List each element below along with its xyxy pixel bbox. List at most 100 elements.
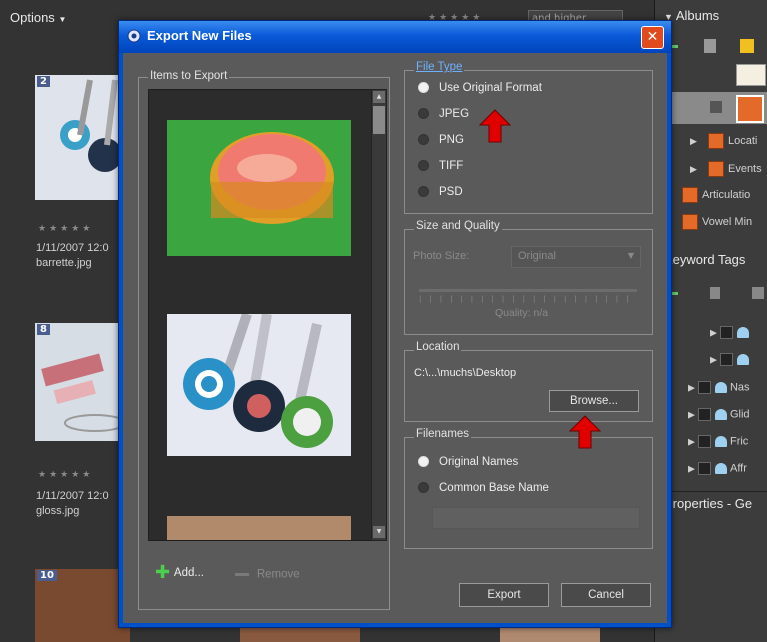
thumbnail-filename: barrette.jpg (36, 257, 92, 269)
thumbnail-filename: gloss.jpg (36, 505, 80, 517)
album-icon (736, 95, 764, 123)
tag-row[interactable]: ▶ Fric (688, 435, 748, 448)
dialog-title: Export New Files (147, 28, 252, 43)
tag-icon (714, 409, 727, 420)
tag-row[interactable]: ▶ Affr (688, 462, 747, 475)
export-item-thumbnail-partial[interactable] (167, 516, 351, 540)
minus-icon (235, 573, 249, 576)
keyword-tags-header[interactable]: Keyword Tags (664, 248, 767, 272)
scroll-up-icon[interactable]: ▲ (373, 91, 385, 103)
albums-header[interactable]: ▼ Albums (664, 4, 767, 28)
tag-row[interactable]: ▶ Nas (688, 381, 750, 394)
export-item-thumbnail[interactable] (167, 312, 351, 456)
file-type-psd-radio[interactable]: PSD (418, 186, 463, 198)
tag-checkbox[interactable] (719, 353, 733, 366)
tag-checkbox[interactable] (697, 408, 711, 421)
tag-row[interactable]: ▶ (710, 326, 752, 339)
cancel-button[interactable]: Cancel (561, 583, 651, 607)
red-arrow-annotation-icon (479, 109, 511, 143)
expand-triangle-icon: ▶ (710, 327, 717, 338)
close-icon: ✕ (646, 29, 659, 45)
dialog-body: Items to Export ▲ ▼ ✚ Add... Remove File… (123, 53, 667, 623)
scroll-thumb[interactable] (373, 106, 385, 134)
photo-size-value: Original (518, 250, 556, 262)
quality-label: Quality: n/a (495, 307, 549, 319)
plus-icon: ✚ (155, 562, 171, 583)
radio-selected-icon (418, 456, 429, 468)
album-folder-icon (707, 161, 724, 177)
thumbnail-date: 1/11/2007 12:0 (36, 490, 109, 502)
trash-icon[interactable] (709, 287, 720, 299)
tag-row[interactable]: ▶ Glid (688, 408, 750, 421)
album-thumb-icon (736, 64, 766, 86)
thumbnail-barrette[interactable] (35, 75, 130, 200)
album-row-selected[interactable] (670, 92, 767, 124)
export-button[interactable]: Export (459, 583, 549, 607)
radio-icon (418, 482, 429, 494)
export-item-thumbnail[interactable] (167, 120, 351, 256)
dialog-titlebar[interactable]: Export New Files ✕ (119, 21, 671, 53)
export-new-files-dialog: Export New Files ✕ Items to Export ▲ ▼ ✚… (118, 20, 672, 628)
file-type-tiff-radio[interactable]: TIFF (418, 160, 463, 172)
location-path: C:\...\muchs\Desktop (414, 367, 517, 379)
album-icon (682, 187, 698, 203)
options-label: Options (10, 10, 55, 25)
album-row[interactable]: ▶ Locati (690, 133, 757, 149)
items-to-export-label: Items to Export (148, 70, 230, 82)
remove-label: Remove (256, 568, 300, 581)
tag-row[interactable]: ▶ (710, 353, 752, 366)
radio-icon (418, 108, 429, 120)
thumbnail-meta: 1/11/2007 12:0 gloss.jpg (36, 489, 109, 519)
items-list[interactable] (148, 89, 372, 541)
quality-slider-track[interactable] (419, 289, 637, 292)
tag-checkbox[interactable] (697, 381, 711, 394)
file-type-jpeg-radio[interactable]: JPEG (418, 108, 469, 120)
base-name-input[interactable] (432, 507, 640, 529)
items-list-scrollbar[interactable]: ▲ ▼ (371, 89, 387, 541)
add-button[interactable]: ✚ Add... (155, 562, 204, 585)
tags-toolbar (664, 284, 767, 304)
photo-size-select[interactable]: Original ▼ (511, 246, 641, 268)
edit-icon[interactable] (739, 39, 754, 53)
lip-balm-photo-image (167, 120, 351, 256)
tag-checkbox[interactable] (697, 435, 711, 448)
radio-icon (418, 134, 429, 146)
red-arrow-annotation-icon (569, 415, 601, 449)
albums-header-label: Albums (675, 8, 720, 23)
chevron-down-icon: ▼ (58, 15, 67, 24)
properties-header-label: Properties - Ge (664, 496, 753, 511)
thumbnail-rating-stars[interactable]: ★★★★★ (38, 470, 93, 480)
tag-icon (714, 463, 727, 474)
tag-icon (736, 354, 749, 365)
thumbnail-rating-stars[interactable]: ★★★★★ (38, 224, 93, 234)
browse-button[interactable]: Browse... (549, 390, 639, 412)
close-button[interactable]: ✕ (641, 26, 664, 49)
size-quality-label: Size and Quality (414, 220, 502, 232)
tag-checkbox[interactable] (697, 462, 711, 475)
tag-icon (714, 436, 727, 447)
expand-triangle-icon: ▶ (688, 382, 695, 393)
original-names-radio[interactable]: Original Names (418, 456, 518, 468)
expand-triangle-icon: ▶ (710, 354, 717, 365)
edit-icon[interactable] (751, 287, 764, 299)
file-type-png-radio[interactable]: PNG (418, 134, 464, 146)
common-base-name-radio[interactable]: Common Base Name (418, 482, 549, 494)
size-quality-group (404, 229, 653, 335)
file-type-original-radio[interactable]: Use Original Format (418, 82, 542, 94)
tag-checkbox[interactable] (719, 326, 733, 339)
radio-icon (418, 160, 429, 172)
remove-button[interactable]: Remove (235, 567, 300, 585)
album-row[interactable]: Articulatio (682, 187, 750, 203)
options-menu[interactable]: Options ▼ (10, 10, 66, 25)
trash-icon[interactable] (703, 39, 716, 53)
expand-triangle-icon: ▶ (688, 463, 695, 474)
thumbnail-gloss[interactable] (35, 323, 130, 441)
add-label: Add... (173, 567, 204, 579)
scroll-down-icon[interactable]: ▼ (373, 526, 385, 538)
expand-triangle-icon: ▶ (688, 409, 695, 420)
album-row[interactable]: ▶ Events (690, 161, 762, 177)
keyword-tags-header-label: Keyword Tags (664, 252, 746, 267)
properties-header[interactable]: Properties - Ge (664, 491, 767, 516)
thumbnail-number-badge: 10 (37, 570, 57, 581)
album-row[interactable]: Vowel Min (682, 214, 752, 230)
